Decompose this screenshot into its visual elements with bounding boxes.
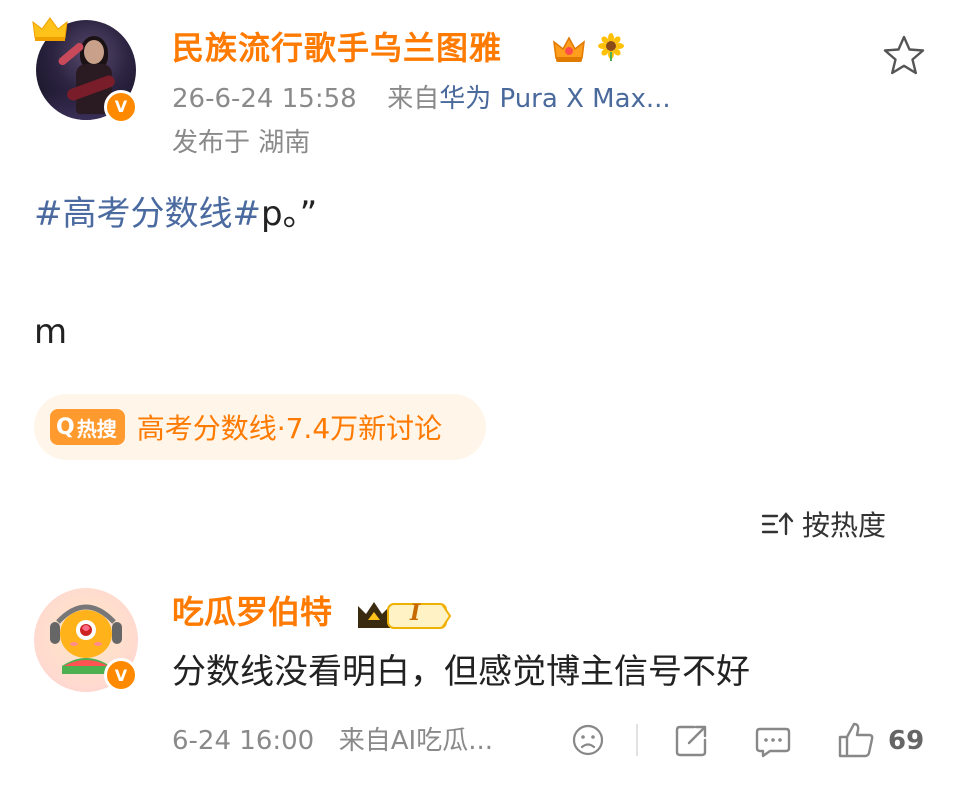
fan-level-number: I (410, 600, 421, 626)
avatar-crown-icon (32, 17, 68, 41)
comment-source: 来自AI吃瓜... (338, 726, 493, 756)
sort-label: 按热度 (802, 509, 887, 542)
search-icon: Q (56, 414, 75, 440)
favorite-star-icon[interactable] (880, 32, 928, 80)
sort-icon (761, 512, 794, 536)
share-icon[interactable] (672, 720, 710, 760)
comment-datetime: 6-24 16:00 (172, 726, 315, 756)
comment-meta: 6-24 16:00 来自AI吃瓜... (172, 724, 493, 758)
comments-sort-button[interactable]: 按热度 (760, 502, 886, 546)
sad-face-icon[interactable] (570, 720, 606, 760)
verified-badge-icon: V (104, 90, 138, 124)
post-location: 发布于 湖南 (172, 128, 311, 158)
hot-search-tag: Q 热搜 (50, 409, 125, 445)
comment-author-name[interactable]: 吃瓜罗伯特 (172, 592, 332, 632)
hot-search-tag-label: 热搜 (76, 416, 117, 441)
hot-search-chip[interactable]: Q 热搜 高考分数线·7.4万新讨论 (34, 394, 486, 460)
verified-badge-icon: V (104, 658, 138, 692)
comment-author-avatar[interactable]: V (34, 588, 142, 696)
comment-icon[interactable] (754, 720, 792, 760)
sunflower-icon (598, 33, 624, 61)
hot-search-text: 高考分数线·7.4万新讨论 (136, 412, 443, 445)
like-thumb-icon[interactable] (836, 720, 876, 760)
fan-level-badge: I (356, 598, 452, 632)
hashtag-link[interactable]: #高考分数线# (34, 194, 261, 234)
action-divider (636, 724, 638, 756)
post-source-device[interactable]: 华为 Pura X Max... (439, 84, 670, 114)
post-datetime: 26-6-24 15:58 (172, 84, 357, 114)
author-avatar[interactable]: V (32, 16, 140, 124)
post-source-prefix: 来自 (387, 84, 440, 114)
post-body-line-2: m (34, 312, 68, 352)
post-author-name[interactable]: 民族流行歌手乌兰图雅 (172, 28, 502, 68)
comment-text: 分数线没看明白，但感觉博主信号不好 (172, 652, 750, 692)
like-count: 69 (888, 726, 925, 756)
post-body-line-1: #高考分数线#p。” (34, 190, 317, 238)
crown-badge-icon (553, 36, 585, 62)
post-body-suffix: p。” (260, 194, 318, 234)
post-meta: 26-6-24 15:58 来自华为 Pura X Max... (172, 82, 671, 116)
